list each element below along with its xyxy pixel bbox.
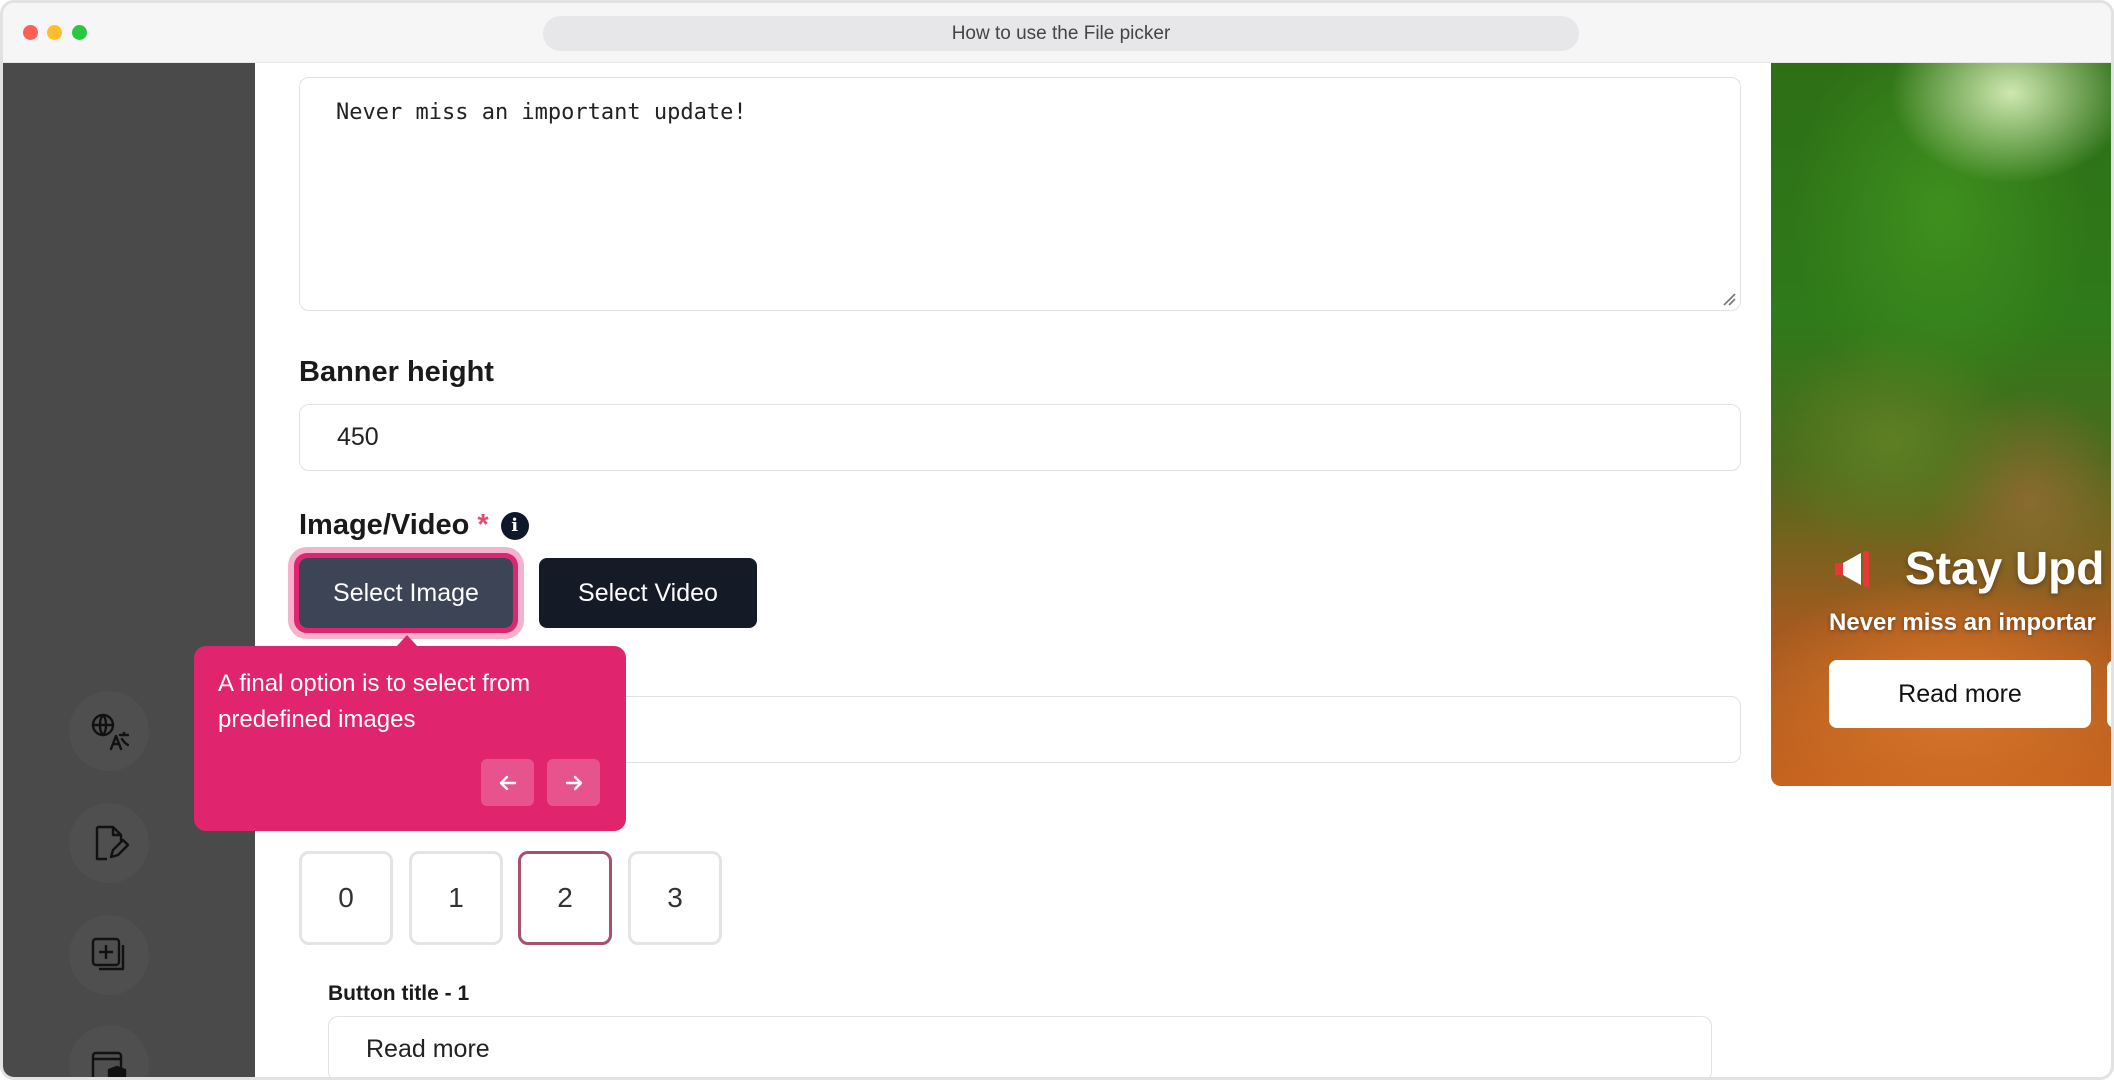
arrow-right-icon bbox=[565, 775, 582, 790]
add-copy-icon bbox=[91, 937, 125, 971]
preview-read-more-button[interactable]: Read more bbox=[1829, 660, 2091, 728]
banner-height-label: Banner height bbox=[299, 356, 494, 388]
banner-preview: Stay Upd Never miss an importar Read mor… bbox=[1771, 63, 2111, 786]
button-count-option-1[interactable]: 1 bbox=[409, 851, 503, 945]
arrow-left-icon bbox=[499, 775, 516, 790]
button-title-value: Read more bbox=[366, 1034, 490, 1063]
button-count-option-3[interactable]: 3 bbox=[628, 851, 722, 945]
preview-second-button[interactable] bbox=[2107, 660, 2111, 728]
translate-icon bbox=[91, 713, 129, 751]
edit-document-icon bbox=[95, 825, 129, 861]
preview-title: Stay Upd bbox=[1905, 542, 2105, 594]
megaphone-icon bbox=[1835, 551, 1869, 587]
sidebar bbox=[3, 63, 255, 1077]
resize-grip-icon[interactable] bbox=[1722, 292, 1736, 306]
banner-height-input[interactable]: 450 bbox=[299, 404, 1741, 471]
app-window: How to use the File picker Never miss an… bbox=[0, 0, 2114, 1080]
select-video-button[interactable]: Select Video bbox=[539, 558, 757, 628]
title-bar: How to use the File picker bbox=[3, 3, 2111, 63]
banner-height-value: 450 bbox=[337, 423, 379, 451]
maximize-window-button[interactable] bbox=[72, 25, 87, 40]
window-title: How to use the File picker bbox=[543, 16, 1579, 51]
info-icon[interactable]: i bbox=[500, 511, 529, 540]
editor-panel: Never miss an important update! Banner h… bbox=[255, 63, 1771, 1077]
media-label-row: Image/Video * i bbox=[299, 509, 529, 542]
message-text: Never miss an important update! bbox=[336, 100, 747, 125]
preview-subtitle: Never miss an importar bbox=[1829, 609, 2096, 636]
button-title-input[interactable]: Read more bbox=[328, 1016, 1712, 1077]
sidebar-item-translate[interactable] bbox=[69, 691, 149, 771]
required-mark: * bbox=[477, 509, 489, 541]
button-title-label: Button title - 1 bbox=[328, 982, 470, 1005]
onboarding-tooltip: A final option is to select from predefi… bbox=[194, 635, 626, 831]
shield-card-icon bbox=[91, 1051, 127, 1077]
close-window-button[interactable] bbox=[23, 25, 38, 40]
sidebar-item-add[interactable] bbox=[69, 915, 149, 995]
tooltip-prev-button[interactable] bbox=[481, 759, 534, 806]
sidebar-item-edit[interactable] bbox=[69, 803, 149, 883]
media-label: Image/Video bbox=[299, 509, 470, 541]
message-textarea[interactable]: Never miss an important update! bbox=[299, 77, 1741, 311]
button-count-option-0[interactable]: 0 bbox=[299, 851, 393, 945]
tooltip-next-button[interactable] bbox=[547, 759, 600, 806]
button-count-option-2[interactable]: 2 bbox=[518, 851, 612, 945]
select-image-button[interactable]: Select Image bbox=[294, 553, 518, 633]
tooltip-text: A final option is to select from predefi… bbox=[218, 670, 531, 733]
sidebar-item-security[interactable] bbox=[69, 1025, 149, 1077]
minimize-window-button[interactable] bbox=[47, 25, 62, 40]
